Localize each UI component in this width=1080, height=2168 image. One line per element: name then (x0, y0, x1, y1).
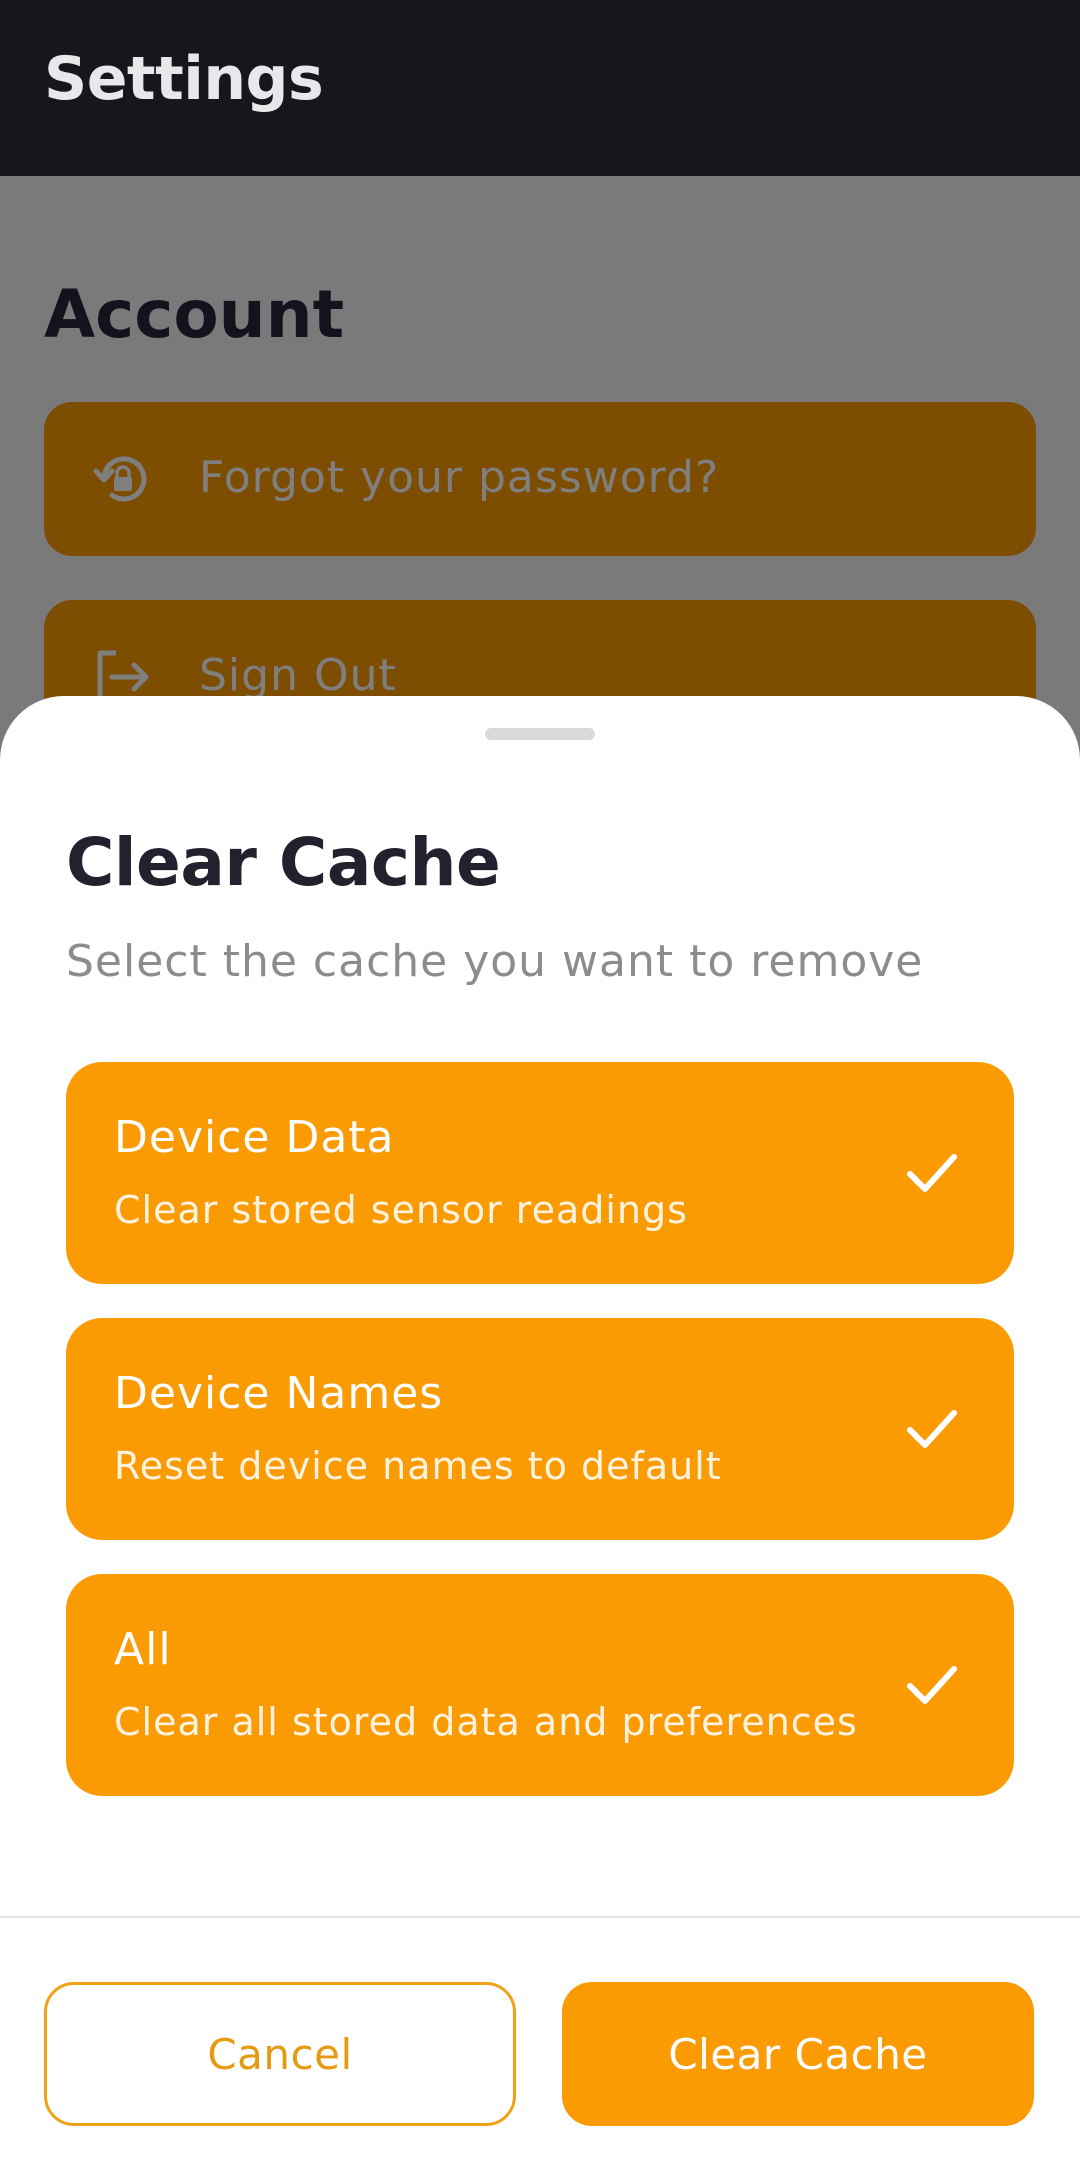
cancel-button[interactable]: Cancel (44, 1982, 516, 2126)
drag-handle[interactable] (485, 728, 595, 740)
clear-cache-button[interactable]: Clear Cache (562, 1982, 1034, 2126)
page-title: Settings (44, 44, 324, 114)
option-title: Device Data (114, 1112, 395, 1163)
option-description: Clear all stored data and preferences (114, 1700, 858, 1744)
footer-divider (0, 1916, 1080, 1918)
settings-screen: Settings Account Forgot your password? S… (0, 0, 1080, 2168)
option-device-data[interactable]: Device Data Clear stored sensor readings (66, 1062, 1014, 1284)
clear-cache-sheet: Clear Cache Select the cache you want to… (0, 696, 1080, 2168)
option-description: Clear stored sensor readings (114, 1188, 688, 1232)
sheet-title: Clear Cache (66, 824, 501, 901)
checkmark-icon (907, 1410, 957, 1448)
checkmark-icon (907, 1154, 957, 1192)
sheet-subtitle: Select the cache you want to remove (66, 936, 924, 987)
option-device-names[interactable]: Device Names Reset device names to defau… (66, 1318, 1014, 1540)
option-title: All (114, 1624, 172, 1675)
option-title: Device Names (114, 1368, 444, 1419)
option-description: Reset device names to default (114, 1444, 722, 1488)
checkmark-icon (907, 1666, 957, 1704)
option-all[interactable]: All Clear all stored data and preference… (66, 1574, 1014, 1796)
app-header: Settings (0, 0, 1080, 176)
